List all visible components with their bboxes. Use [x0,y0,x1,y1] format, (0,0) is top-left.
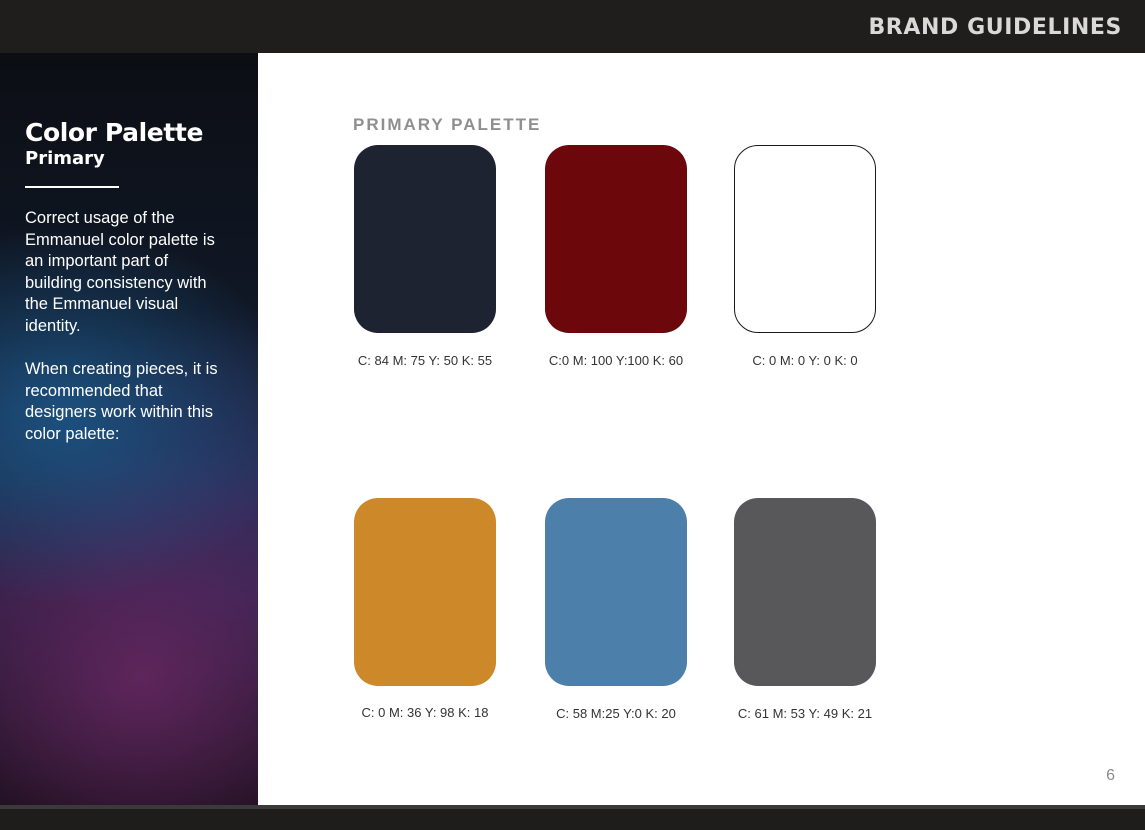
page-subtitle: Primary [25,148,105,169]
page-title: Color Palette [25,118,204,147]
main-content: PRIMARY PALETTE C: 84 M: 75 Y: 50 K: 55 … [258,53,1145,805]
bottom-bar [0,809,1145,830]
swatch-label-navy: C: 84 M: 75 Y: 50 K: 55 [357,353,493,368]
color-swatch-white [734,145,876,333]
color-swatch-blue [545,498,687,686]
guidance-paragraph: When creating pieces, it is recommended … [25,360,218,443]
top-bar: BRAND GUIDELINES [0,0,1145,53]
swatch-label-gold: C: 0 M: 36 Y: 98 K: 18 [361,705,489,720]
swatch-label-gray: C: 61 M: 53 Y: 49 K: 21 [737,706,873,721]
color-swatch-gray [734,498,876,686]
section-label: PRIMARY PALETTE [353,115,542,134]
header-title: BRAND GUIDELINES [868,15,1122,40]
sidebar: Color Palette Primary Correct usage of t… [0,53,258,805]
swatch-label-maroon: C:0 M: 100 Y:100 K: 60 [548,353,684,368]
swatch-label-white: C: 0 M: 0 Y: 0 K: 0 [752,353,858,368]
intro-paragraph: Correct usage of the Emmanuel color pale… [25,209,215,335]
page-number: 6 [1106,767,1115,784]
color-swatch-navy [354,145,496,333]
color-swatch-gold [354,498,496,686]
title-divider [25,186,119,188]
color-swatch-maroon [545,145,687,333]
swatch-label-blue: C: 58 M:25 Y:0 K: 20 [556,706,676,721]
